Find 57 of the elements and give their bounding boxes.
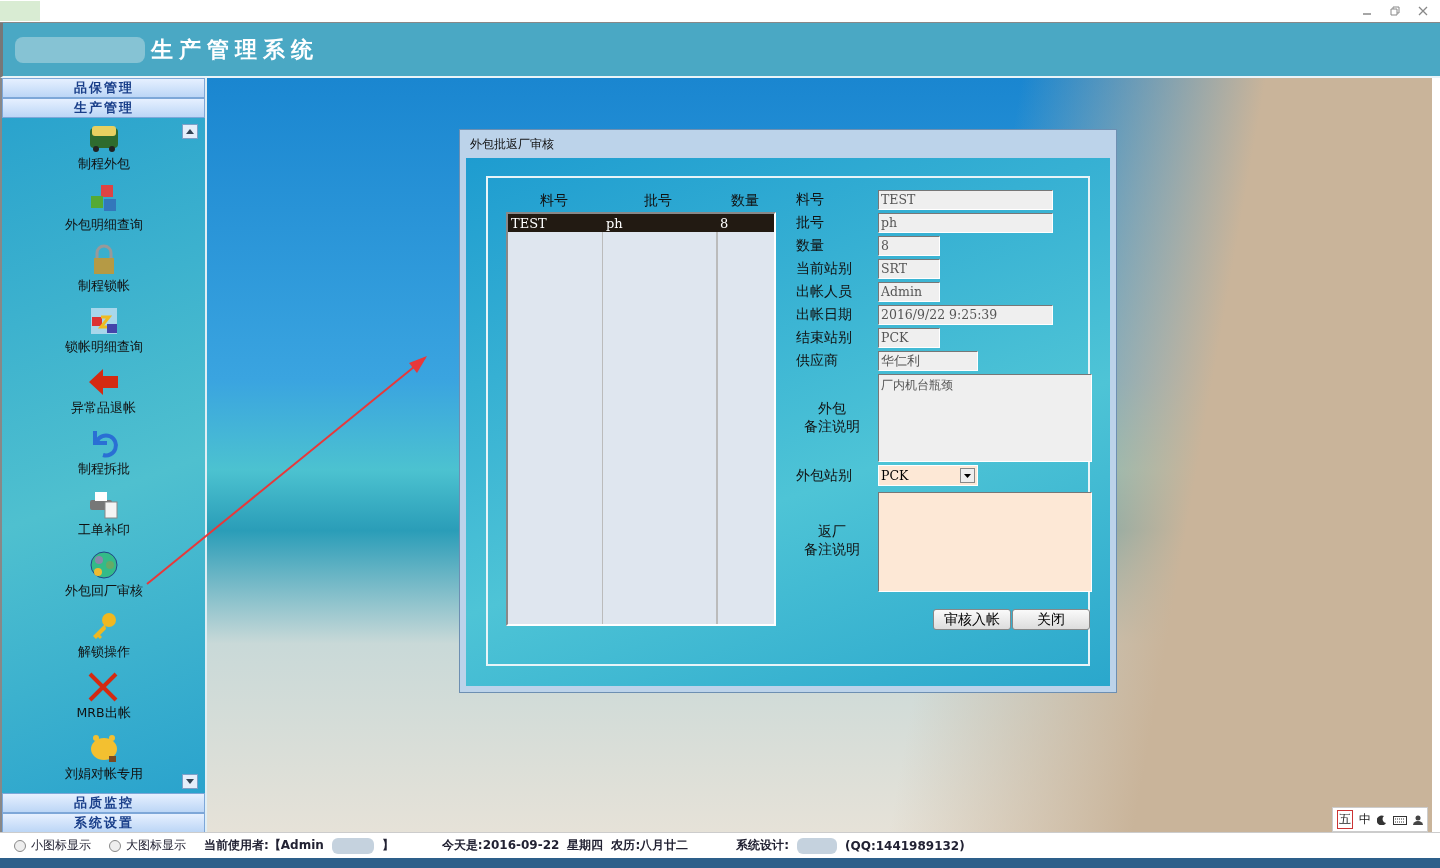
field-label: 外包站别: [796, 466, 853, 485]
sidebar-item[interactable]: 制程拆批: [77, 427, 130, 488]
field-label: 批号: [796, 214, 825, 232]
field-label: 备注说明: [804, 540, 860, 559]
readonly-field: PCK: [878, 328, 940, 348]
sidebar-item[interactable]: 制程锁帐: [77, 244, 130, 305]
sidebar-group-header[interactable]: 品保管理: [2, 78, 205, 98]
current-user: 当前使用者:【Admin: [204, 837, 324, 854]
field-label: 备注说明: [804, 418, 860, 436]
dialog-title: 外包批返厂审核: [469, 135, 555, 153]
radio-option[interactable]: 大图标显示: [109, 837, 186, 854]
app-title: 生产管理系统: [151, 35, 319, 64]
field-label: 数量: [796, 237, 825, 255]
sidebar-item[interactable]: 外包明细查询: [64, 183, 143, 244]
table-row[interactable]: TEST ph 8: [508, 214, 774, 232]
column-header: 批号: [643, 192, 673, 210]
sidebar-item[interactable]: 工单补印: [77, 488, 130, 549]
readonly-field: 8: [878, 236, 940, 256]
readonly-memo: 厂内机台瓶颈: [878, 374, 1092, 462]
today-date: 今天是:2016-09-22: [441, 837, 560, 854]
readonly-field: 2016/9/22 9:25:39: [878, 305, 1053, 325]
ime-button[interactable]: 五: [1337, 810, 1353, 829]
readonly-field: Admin: [878, 282, 940, 302]
readonly-field: SRT: [878, 259, 940, 279]
readonly-field: ph: [878, 213, 1053, 233]
sidebar-item[interactable]: 异常品退帐: [71, 366, 136, 427]
contact-info: (QQ:1441989132): [845, 838, 965, 853]
column-header: 数量: [729, 192, 760, 210]
dialog-button[interactable]: 审核入帐: [933, 609, 1011, 630]
field-label: 结束站别: [796, 329, 853, 347]
readonly-field: TEST: [878, 190, 1053, 210]
sidebar-item[interactable]: 锁帐明细查询: [64, 305, 143, 366]
field-label: 供应商: [796, 352, 839, 370]
field-label: 当前站别: [796, 260, 853, 278]
sidebar-item[interactable]: 解锁操作: [77, 610, 130, 671]
readonly-field: 华仁利: [878, 351, 978, 371]
radio-option[interactable]: 小图标显示: [14, 837, 91, 854]
field-label: 外包: [818, 400, 846, 418]
sidebar-item[interactable]: 制程外包: [77, 122, 130, 183]
field-label: 料号: [796, 191, 825, 209]
sidebar-group-header[interactable]: 品质监控: [2, 793, 205, 813]
sidebar-item[interactable]: MRB出帐: [76, 671, 131, 732]
weekday: 星期四: [567, 837, 604, 854]
ime-button[interactable]: 中: [1359, 811, 1371, 828]
designer-label: 系统设计:: [736, 837, 790, 854]
sidebar-item[interactable]: 外包回厂审核: [64, 549, 143, 610]
sidebar-group-header[interactable]: 生产管理: [2, 98, 205, 118]
field-label: 出帐人员: [796, 283, 853, 301]
column-header: 料号: [538, 192, 569, 210]
field-label: 出帐日期: [796, 306, 853, 324]
dialog-button[interactable]: 关闭: [1012, 609, 1090, 630]
sidebar-item[interactable]: 刘娟对帐专用: [64, 732, 143, 793]
current-user-end: 】: [381, 837, 394, 854]
field-label: 返厂: [818, 522, 846, 541]
sidebar-group-header[interactable]: 系统设置: [2, 813, 205, 833]
station-dropdown[interactable]: PCK: [878, 465, 978, 486]
lunar-date: 农历:八月廿二: [611, 837, 689, 854]
